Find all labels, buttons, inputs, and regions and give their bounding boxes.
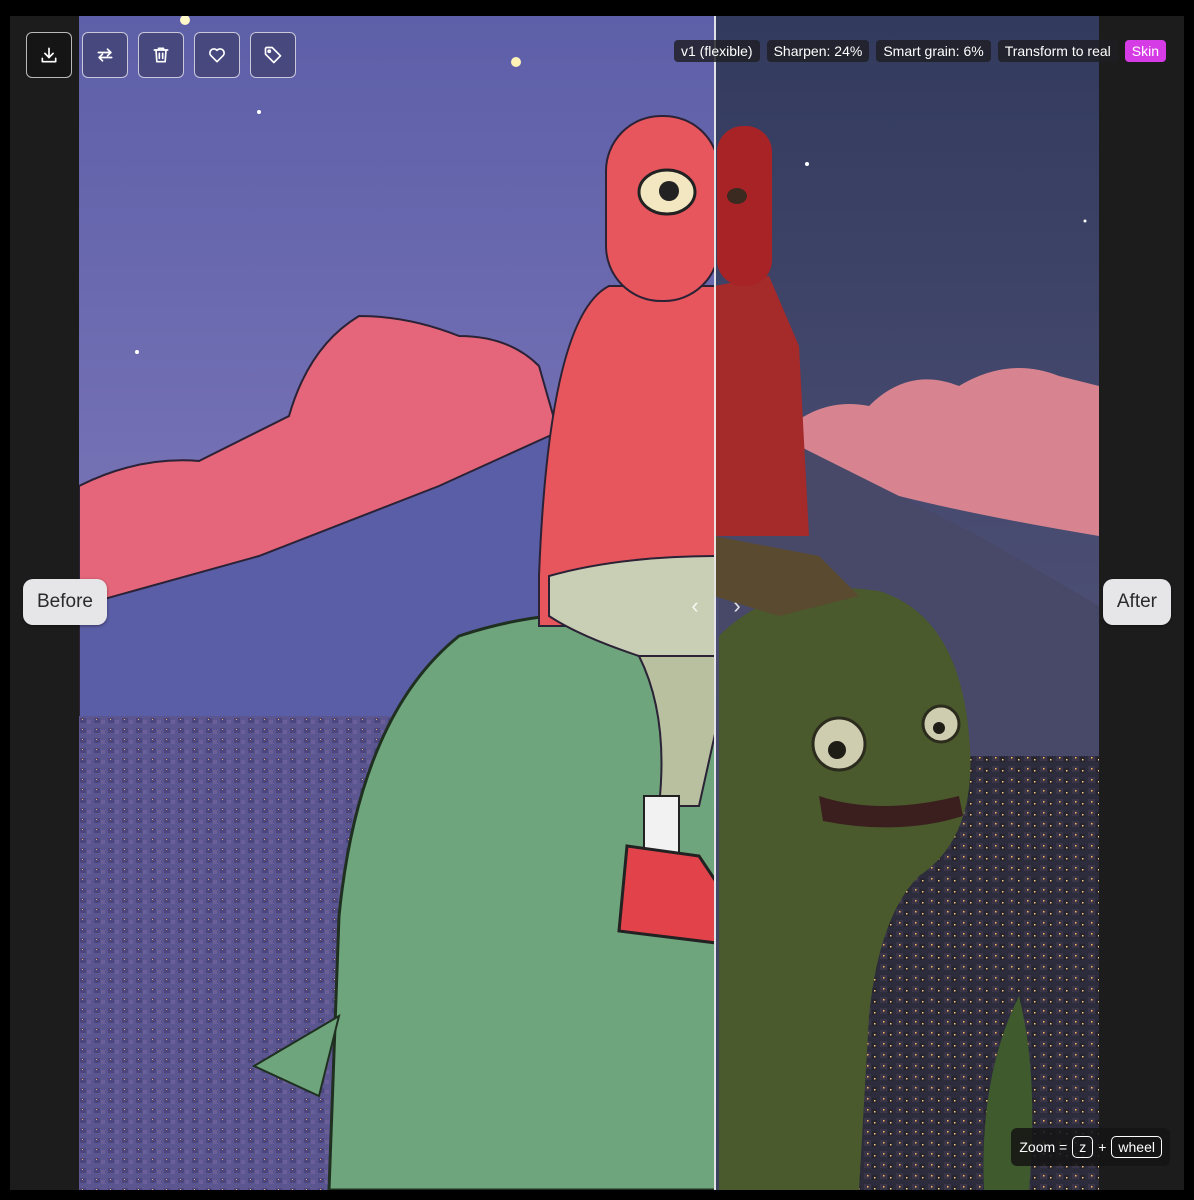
settings-tags: v1 (flexible) Sharpen: 24% Smart grain: …	[673, 40, 1166, 62]
zoom-key: z	[1072, 1136, 1094, 1158]
sharpen-tag: Sharpen: 24%	[766, 40, 870, 62]
delete-button[interactable]	[138, 32, 184, 78]
zoom-hint-plus: +	[1098, 1139, 1107, 1155]
wheel-key: wheel	[1111, 1136, 1162, 1158]
trash-icon	[153, 47, 169, 63]
tag-icon	[264, 46, 282, 64]
tag-button[interactable]	[250, 32, 296, 78]
skin-tag: Skin	[1124, 40, 1166, 62]
download-icon	[41, 47, 57, 63]
grain-tag: Smart grain: 6%	[876, 40, 991, 62]
chevron-right-icon[interactable]: ›	[726, 594, 748, 618]
swap-icon	[97, 48, 113, 62]
favorite-button[interactable]	[194, 32, 240, 78]
before-button[interactable]: Before	[23, 579, 107, 625]
zoom-hint-prefix: Zoom =	[1019, 1139, 1068, 1155]
zoom-hint: Zoom = z + wheel	[1011, 1128, 1170, 1166]
transform-tag: Transform to real	[997, 40, 1118, 62]
heart-icon	[209, 48, 225, 63]
version-tag: v1 (flexible)	[673, 40, 760, 62]
after-button[interactable]: After	[1102, 579, 1171, 625]
compare-divider[interactable]	[714, 16, 716, 1190]
toolbar	[26, 32, 296, 78]
chevron-left-icon[interactable]: ‹	[684, 594, 706, 618]
comparison-artwork	[79, 16, 1099, 1190]
image-compare-viewer[interactable]: ‹ › v1 (flexible) Sharpen: 24% Smart gra…	[10, 16, 1184, 1190]
comparison-image[interactable]	[79, 16, 1099, 1190]
download-button[interactable]	[26, 32, 72, 78]
swap-button[interactable]	[82, 32, 128, 78]
